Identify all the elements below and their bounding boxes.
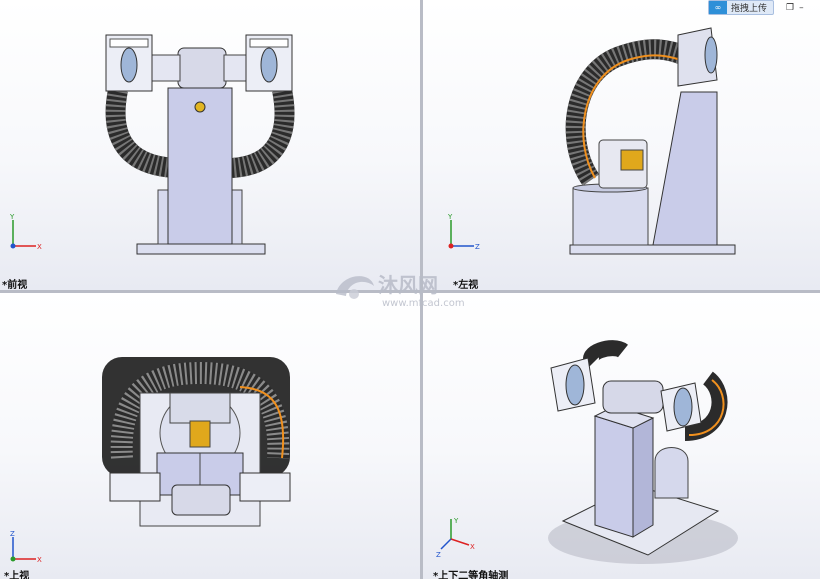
viewport-front[interactable]: Y X *前视	[0, 0, 420, 290]
coordinate-triad: Y X	[9, 214, 42, 251]
top-view-model	[102, 357, 291, 527]
viewport-label-front: *前视	[2, 280, 28, 290]
viewport-label-top: *上视	[4, 571, 30, 579]
watermark: 沐风网 www.mfcad.com	[330, 266, 500, 310]
triad-x-label: X	[37, 243, 42, 251]
coordinate-triad: Y Z	[447, 214, 480, 251]
triad-y-label: Y	[9, 214, 15, 221]
triad-x-label: X	[470, 543, 475, 551]
triad-z-label: Z	[436, 551, 441, 559]
viewport-left[interactable]: Y Z *左视	[423, 0, 820, 290]
drag-upload-button[interactable]: ∞ 拖拽上传	[708, 0, 775, 15]
window-controls: ❐ –	[786, 3, 804, 13]
cloud-upload-icon: ∞	[709, 1, 727, 14]
front-view-model	[105, 34, 295, 255]
viewport-top[interactable]: Z X *上视	[0, 293, 420, 579]
watermark-url: www.mfcad.com	[382, 298, 465, 309]
triad-y-label: Y	[453, 517, 459, 525]
drag-upload-label: 拖拽上传	[731, 4, 768, 14]
isometric-view-model	[548, 340, 738, 564]
triad-z-label: Z	[10, 530, 15, 538]
restore-icon[interactable]: ❐	[786, 3, 794, 13]
coordinate-triad: Y X Z	[436, 517, 475, 559]
coordinate-triad: Z X	[10, 530, 42, 564]
viewport-label-isometric: *上下二等角轴测	[433, 571, 509, 579]
viewport-isometric[interactable]: Y X Z *上下二等角轴测	[423, 293, 820, 579]
minimize-icon[interactable]: –	[799, 3, 804, 13]
watermark-brand: 沐风网	[378, 273, 438, 297]
triad-y-label: Y	[447, 214, 453, 221]
triad-z-label: Z	[475, 243, 480, 251]
triad-x-label: X	[37, 556, 42, 564]
